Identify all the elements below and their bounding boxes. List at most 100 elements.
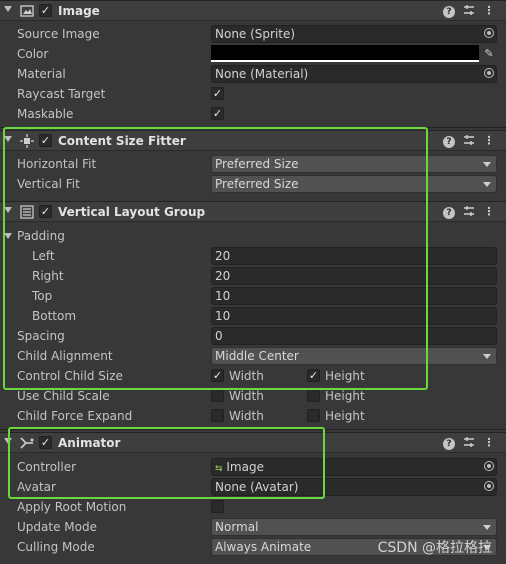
- padding-bottom-field[interactable]: 10: [211, 307, 497, 325]
- help-icon[interactable]: ?: [442, 436, 456, 450]
- scale-width-checkbox[interactable]: [211, 389, 224, 402]
- padding-right-row: Right 20: [0, 266, 506, 286]
- image-component-header[interactable]: ✓ Image ? ⋮: [0, 0, 506, 21]
- checkbox-label: Width: [229, 369, 264, 383]
- foldout-arrow-icon[interactable]: [4, 438, 12, 444]
- field-label: Apply Root Motion: [17, 500, 127, 514]
- avatar-field[interactable]: None (Avatar): [211, 478, 497, 496]
- control-width-checkbox[interactable]: ✓: [211, 369, 224, 382]
- update-mode-row: Update Mode Normal: [0, 517, 506, 537]
- eyedropper-icon[interactable]: ✎: [482, 47, 496, 61]
- field-label: Bottom: [32, 309, 77, 323]
- horizontal-fit-dropdown[interactable]: Preferred Size: [211, 155, 497, 173]
- preset-icon[interactable]: [462, 436, 476, 450]
- material-row: Material None (Material): [0, 64, 506, 84]
- controller-row: Controller ⇆ Image: [0, 457, 506, 477]
- chevron-down-icon: [483, 354, 491, 359]
- expand-height-checkbox[interactable]: [307, 409, 320, 422]
- horizontal-fit-row: Horizontal Fit Preferred Size: [0, 154, 506, 174]
- content-size-fitter-header[interactable]: ✓ Content Size Fitter ? ⋮: [0, 130, 506, 151]
- checkbox-label: Width: [229, 389, 264, 403]
- field-label: Child Force Expand: [17, 409, 133, 423]
- more-menu-icon[interactable]: ⋮: [482, 134, 496, 148]
- padding-label: Padding: [17, 229, 65, 243]
- checkbox-label: Height: [325, 389, 365, 403]
- preset-icon[interactable]: [462, 4, 476, 18]
- use-child-scale-row: Use Child Scale Width Height: [0, 386, 506, 406]
- field-label: Culling Mode: [17, 540, 95, 554]
- padding-bottom-row: Bottom 10: [0, 306, 506, 326]
- animator-enabled-checkbox[interactable]: ✓: [39, 436, 52, 449]
- color-field[interactable]: [211, 45, 479, 62]
- padding-right-field[interactable]: 20: [211, 267, 497, 285]
- apply-root-motion-row: Apply Root Motion: [0, 497, 506, 517]
- field-label: Control Child Size: [17, 369, 123, 383]
- field-label: Vertical Fit: [17, 177, 80, 191]
- update-mode-dropdown[interactable]: Normal: [211, 518, 497, 536]
- field-label: Spacing: [17, 329, 65, 343]
- field-label: Material: [17, 67, 66, 81]
- apply-root-motion-checkbox[interactable]: [211, 500, 224, 513]
- control-height-checkbox[interactable]: ✓: [307, 369, 320, 382]
- foldout-arrow-icon[interactable]: [4, 233, 12, 239]
- control-child-size-row: Control Child Size ✓ Width ✓ Height: [0, 366, 506, 386]
- help-icon[interactable]: ?: [442, 205, 456, 219]
- chevron-down-icon: [483, 162, 491, 167]
- component-title: Image: [58, 4, 100, 18]
- controller-field[interactable]: ⇆ Image: [211, 458, 497, 476]
- vertical-fit-dropdown[interactable]: Preferred Size: [211, 175, 497, 193]
- animator-controller-icon: ⇆: [215, 464, 223, 474]
- child-alignment-dropdown[interactable]: Middle Center: [211, 347, 497, 365]
- padding-left-field[interactable]: 20: [211, 247, 497, 265]
- help-icon[interactable]: ?: [442, 134, 456, 148]
- object-picker-icon[interactable]: [484, 481, 494, 491]
- more-menu-icon[interactable]: ⋮: [482, 205, 496, 219]
- image-enabled-checkbox[interactable]: ✓: [39, 4, 52, 17]
- preset-icon[interactable]: [462, 134, 476, 148]
- component-title: Animator: [58, 436, 121, 450]
- field-label: Child Alignment: [17, 349, 113, 363]
- padding-left-row: Left 20: [0, 246, 506, 266]
- expand-width-checkbox[interactable]: [211, 409, 224, 422]
- object-picker-icon[interactable]: [484, 461, 494, 471]
- foldout-arrow-icon[interactable]: [4, 136, 12, 142]
- animator-header[interactable]: ✓ Animator ? ⋮: [0, 432, 506, 453]
- field-label: Left: [32, 249, 55, 263]
- raycast-target-row: Raycast Target ✓: [0, 84, 506, 104]
- more-menu-icon[interactable]: ⋮: [482, 4, 496, 18]
- checkbox-label: Height: [325, 369, 365, 383]
- raycast-target-checkbox[interactable]: ✓: [211, 87, 224, 100]
- image-component-icon: [20, 4, 34, 18]
- vertical-layout-group-header[interactable]: ✓ Vertical Layout Group ? ⋮: [0, 201, 506, 222]
- source-image-field[interactable]: None (Sprite): [211, 25, 497, 43]
- vertical-layout-group-icon: [20, 205, 34, 219]
- maskable-checkbox[interactable]: ✓: [211, 107, 224, 120]
- field-label: Right: [32, 269, 64, 283]
- color-row: Color ✎: [0, 44, 506, 64]
- spacing-field[interactable]: 0: [211, 327, 497, 345]
- field-label: Top: [32, 289, 53, 303]
- object-picker-icon[interactable]: [484, 68, 494, 78]
- padding-top-row: Top 10: [0, 286, 506, 306]
- help-icon[interactable]: ?: [442, 4, 456, 18]
- component-title: Content Size Fitter: [58, 134, 186, 148]
- field-label: Raycast Target: [17, 87, 106, 101]
- vertical-layout-group-enabled-checkbox[interactable]: ✓: [39, 205, 52, 218]
- material-field[interactable]: None (Material): [211, 65, 497, 83]
- content-size-fitter-enabled-checkbox[interactable]: ✓: [39, 134, 52, 147]
- more-menu-icon[interactable]: ⋮: [482, 436, 496, 450]
- content-size-fitter-icon: [20, 134, 34, 148]
- object-picker-icon[interactable]: [484, 28, 494, 38]
- field-label: Use Child Scale: [17, 389, 110, 403]
- chevron-down-icon: [483, 525, 491, 530]
- scale-height-checkbox[interactable]: [307, 389, 320, 402]
- padding-top-field[interactable]: 10: [211, 287, 497, 305]
- preset-icon[interactable]: [462, 205, 476, 219]
- component-title: Vertical Layout Group: [58, 205, 206, 219]
- animator-icon: [20, 436, 34, 450]
- foldout-arrow-icon[interactable]: [4, 6, 12, 12]
- padding-row[interactable]: Padding: [0, 226, 506, 246]
- spacing-row: Spacing 0: [0, 326, 506, 346]
- watermark: CSDN @格拉格拉: [377, 540, 492, 556]
- foldout-arrow-icon[interactable]: [4, 207, 12, 213]
